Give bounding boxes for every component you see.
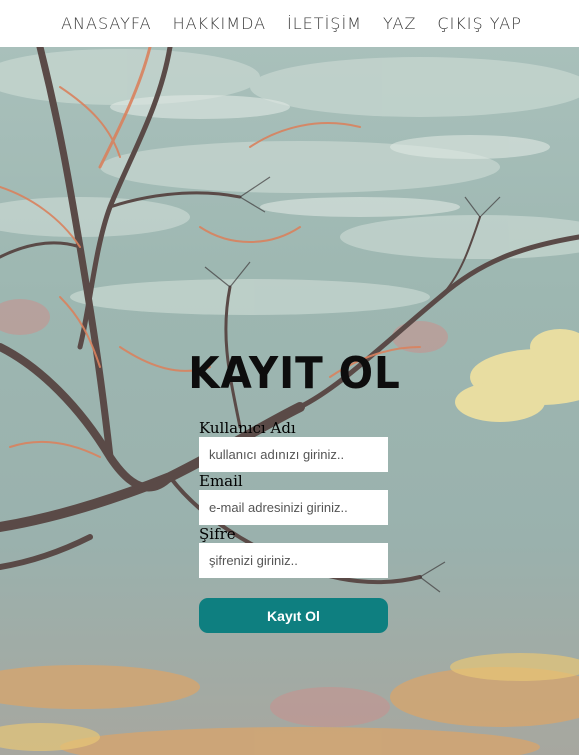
username-label: Kullanıcı Adı (199, 419, 296, 437)
email-input[interactable] (199, 490, 388, 525)
register-button[interactable]: Kayıt Ol (199, 598, 388, 633)
nav-link-contact[interactable]: İLETİŞİM (287, 14, 362, 33)
email-label: Email (199, 472, 243, 490)
username-input[interactable] (199, 437, 388, 472)
page-title: KAYIT OL (188, 348, 401, 399)
top-navigation: ANASAYFA HAKKIMDA İLETİŞİM YAZ ÇIKIŞ YAP (0, 0, 579, 47)
password-label: Şifre (199, 525, 236, 543)
nav-link-about[interactable]: HAKKIMDA (173, 14, 266, 33)
nav-link-write[interactable]: YAZ (383, 14, 416, 33)
nav-link-home[interactable]: ANASAYFA (61, 14, 151, 33)
background-painting (0, 47, 579, 755)
password-input[interactable] (199, 543, 388, 578)
nav-link-logout[interactable]: ÇIKIŞ YAP (437, 14, 521, 33)
